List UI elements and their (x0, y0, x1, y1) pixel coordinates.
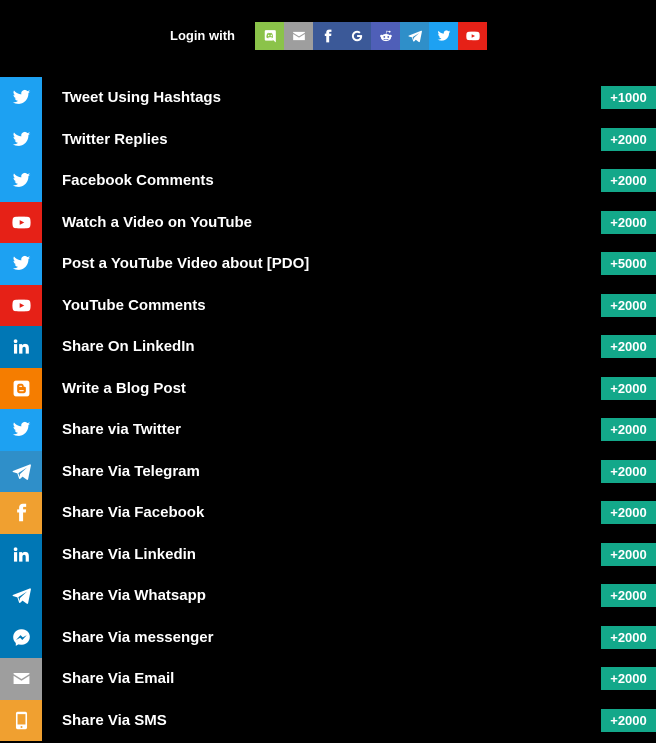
list-item[interactable]: YouTube Comments +2000 (0, 284, 656, 326)
twitter-icon (437, 29, 451, 43)
mobile-icon (12, 711, 31, 730)
discord-icon (263, 29, 277, 43)
list-item[interactable]: Share Via Facebook +2000 (0, 492, 656, 534)
entry-label: Post a YouTube Video about [PDO] (62, 255, 310, 272)
entry-label: Share Via Linkedin (62, 545, 196, 563)
envelope-icon (292, 29, 306, 43)
envelope-icon (12, 669, 31, 688)
login-google-button[interactable] (342, 22, 371, 50)
entry-icon-box (0, 201, 42, 243)
entry-label: Facebook Comments (62, 172, 214, 189)
points-badge: +2000 (601, 625, 656, 649)
list-item[interactable]: Tweet Using Hashtags +1000 (0, 77, 656, 119)
entry-label: Twitter Replies (62, 130, 168, 148)
entry-icon-box (0, 492, 42, 534)
entry-label: Share Via SMS (62, 711, 167, 729)
points-badge: +2000 (601, 418, 656, 441)
list-item[interactable]: Share Via Telegram +2000 (0, 450, 656, 492)
telegram-icon (407, 29, 422, 43)
points-badge: +2000 (601, 376, 656, 400)
points-badge: +2000 (601, 210, 656, 234)
list-item[interactable]: Share Via Whatsapp +2000 (0, 575, 656, 617)
list-item[interactable]: Post a YouTube Video about [PDO] +5000 (0, 243, 656, 285)
points-badge: +2000 (601, 127, 656, 151)
login-twitter-button[interactable] (429, 22, 458, 50)
messenger-icon (12, 628, 31, 647)
list-item[interactable]: Share Via Linkedin +2000 (0, 533, 656, 575)
entry-icon-box (0, 77, 42, 119)
entry-icon-box (0, 326, 42, 368)
facebook-icon (12, 503, 31, 522)
entry-label: Tweet Using Hashtags (62, 89, 221, 106)
login-bar: Login with (0, 22, 656, 50)
youtube-icon (465, 29, 480, 43)
list-item[interactable]: Share Via SMS +2000 (0, 699, 656, 741)
list-item[interactable]: Twitter Replies +2000 (0, 118, 656, 160)
entry-label: Share Via Telegram (62, 462, 200, 480)
twitter-icon (12, 130, 31, 149)
entry-icon-box (0, 658, 42, 700)
points-badge: +2000 (601, 542, 656, 566)
linkedin-icon (12, 545, 31, 564)
youtube-icon (11, 213, 31, 232)
list-item[interactable]: Write a Blog Post +2000 (0, 367, 656, 409)
login-discord-button[interactable] (255, 22, 284, 50)
entry-label: YouTube Comments (62, 296, 206, 314)
points-badge: +2000 (601, 293, 656, 317)
points-badge: +2000 (601, 169, 656, 192)
youtube-icon (11, 296, 31, 315)
facebook-icon (321, 29, 335, 43)
points-badge: +2000 (601, 501, 656, 524)
login-facebook-button[interactable] (313, 22, 342, 50)
login-label: Login with (170, 28, 235, 43)
entry-label: Share Via messenger (62, 628, 214, 646)
points-badge: +2000 (601, 584, 656, 607)
login-telegram-button[interactable] (400, 22, 429, 50)
login-envelope-button[interactable] (284, 22, 313, 50)
list-item[interactable]: Share On LinkedIn +2000 (0, 326, 656, 368)
list-item[interactable]: Watch a Video on YouTube +2000 (0, 201, 656, 243)
points-badge: +5000 (601, 252, 656, 275)
linkedin-icon (12, 337, 31, 356)
entry-label: Watch a Video on YouTube (62, 213, 253, 231)
entry-icon-box (0, 243, 42, 285)
login-youtube-button[interactable] (458, 22, 487, 50)
twitter-icon (12, 254, 31, 273)
entry-icon-box (0, 533, 42, 575)
entry-icon-box (0, 616, 42, 658)
list-item[interactable]: Share via Twitter +2000 (0, 409, 656, 451)
entry-label: Share On LinkedIn (62, 338, 195, 355)
twitter-icon (12, 171, 31, 190)
telegram-icon (12, 586, 31, 605)
entry-icon-box (0, 575, 42, 617)
action-list: Tweet Using Hashtags +1000 Twitter Replies… (0, 77, 656, 741)
entry-icon-box (0, 367, 42, 409)
blogger-icon (12, 379, 31, 398)
list-item[interactable]: Facebook Comments +2000 (0, 160, 656, 202)
list-item[interactable]: Share Via Email +2000 (0, 658, 656, 700)
telegram-icon (12, 462, 31, 481)
reddit-icon (379, 29, 393, 43)
entry-icon-box (0, 409, 42, 451)
twitter-icon (12, 88, 31, 107)
entry-icon-box (0, 160, 42, 202)
entry-label: Share Via Whatsapp (62, 587, 206, 604)
entry-label: Share Via Facebook (62, 504, 205, 521)
points-badge: +2000 (601, 459, 656, 483)
points-badge: +2000 (601, 335, 656, 358)
twitter-icon (12, 420, 31, 439)
points-badge: +2000 (601, 708, 656, 732)
entry-icon-box (0, 450, 42, 492)
entry-label: Share Via Email (62, 670, 175, 687)
entry-icon-box (0, 118, 42, 160)
entry-icon-box (0, 699, 42, 741)
points-badge: +2000 (601, 667, 656, 690)
entry-icon-box (0, 284, 42, 326)
login-reddit-button[interactable] (371, 22, 400, 50)
entry-label: Write a Blog Post (62, 379, 186, 397)
entry-label: Share via Twitter (62, 421, 181, 438)
list-item[interactable]: Share Via messenger +2000 (0, 616, 656, 658)
google-icon (350, 29, 364, 43)
points-badge: +1000 (601, 86, 656, 109)
